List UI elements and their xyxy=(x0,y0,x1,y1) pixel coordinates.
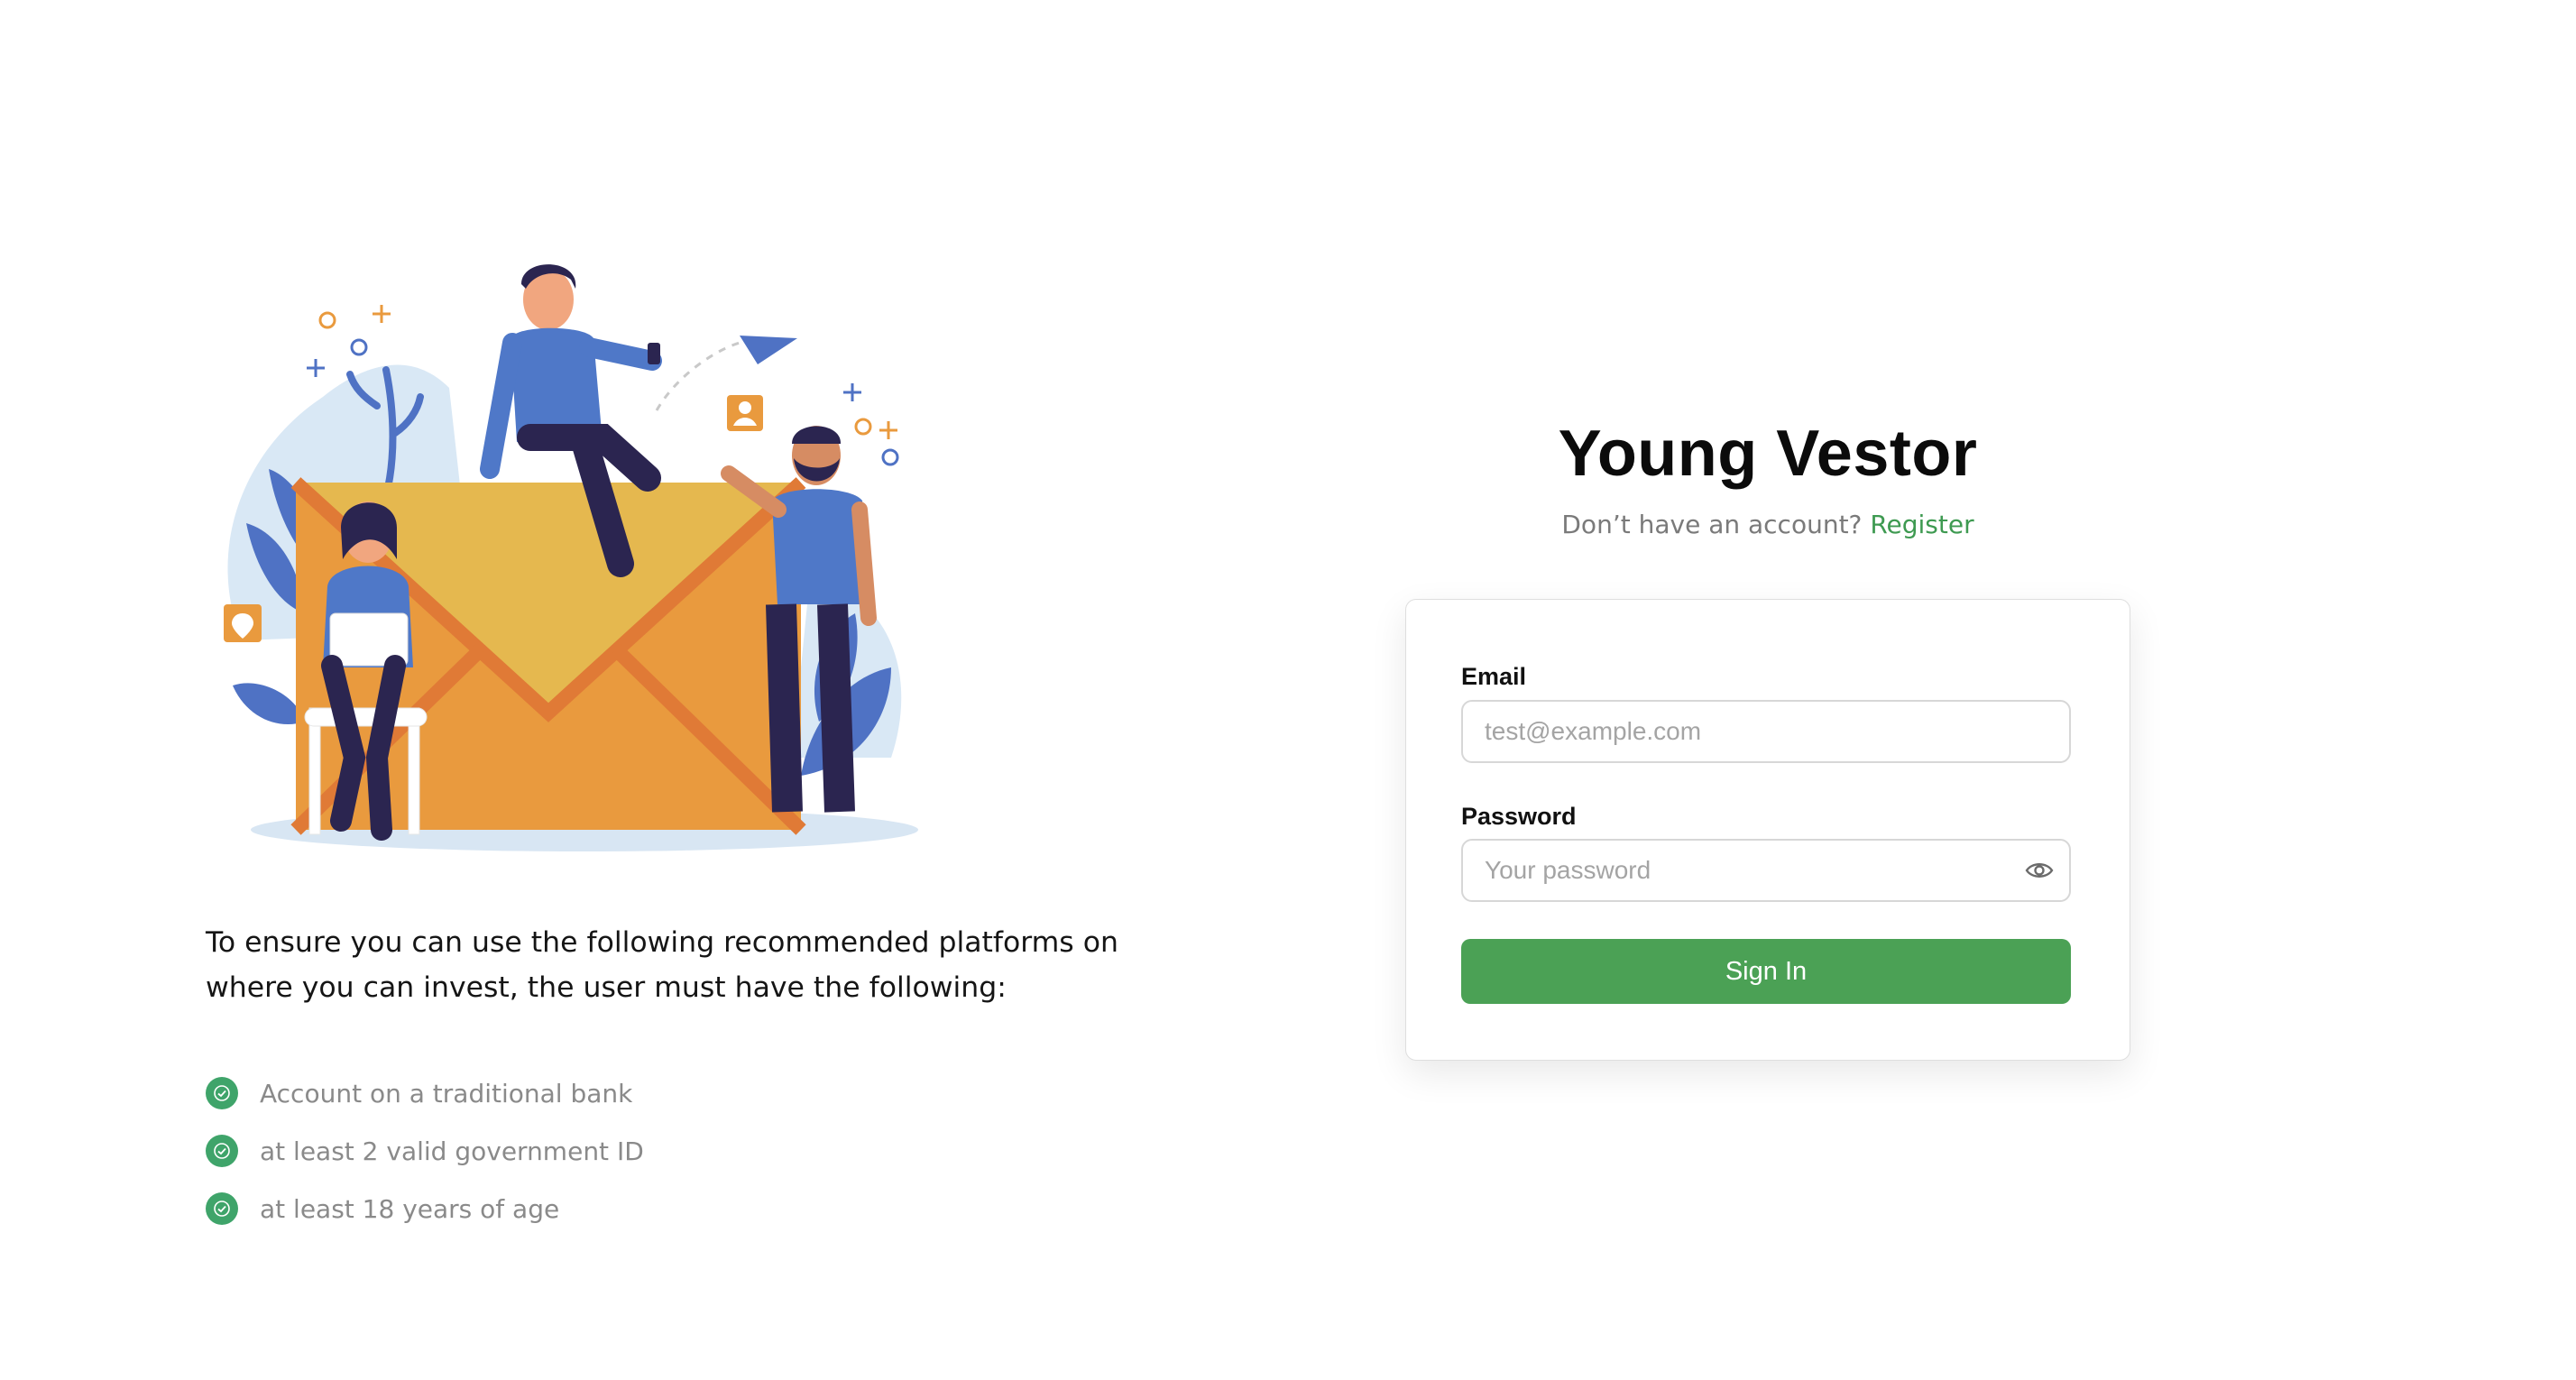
register-link[interactable]: Register xyxy=(1870,510,1973,539)
people-with-envelope-illustration xyxy=(224,264,918,851)
requirement-text: Account on a traditional bank xyxy=(260,1078,633,1109)
sign-in-button[interactable]: Sign In xyxy=(1461,939,2071,1004)
no-account-text: Don’t have an account? xyxy=(1561,510,1863,539)
sign-in-form: Email Password Sign In xyxy=(1405,599,2130,1061)
list-item: at least 2 valid government ID xyxy=(206,1122,644,1180)
check-circle-icon xyxy=(206,1192,238,1225)
eye-icon[interactable] xyxy=(2023,858,2056,883)
password-field[interactable] xyxy=(1461,839,2071,902)
list-item: Account on a traditional bank xyxy=(206,1064,644,1122)
requirement-text: at least 2 valid government ID xyxy=(260,1136,644,1166)
email-label: Email xyxy=(1461,663,1527,690)
check-circle-icon xyxy=(206,1135,238,1167)
email-field[interactable] xyxy=(1461,700,2071,763)
requirements-intro: To ensure you can use the following reco… xyxy=(206,926,1118,1004)
requirement-text: at least 18 years of age xyxy=(260,1193,560,1224)
requirements-list: Account on a traditional bank at least 2… xyxy=(206,1064,644,1237)
app-title: Young Vestor xyxy=(1558,418,1978,490)
check-circle-icon xyxy=(206,1077,238,1109)
register-prompt: Don’t have an account? Register xyxy=(1405,510,2130,539)
password-label: Password xyxy=(1461,803,1577,830)
list-item: at least 18 years of age xyxy=(206,1180,644,1237)
